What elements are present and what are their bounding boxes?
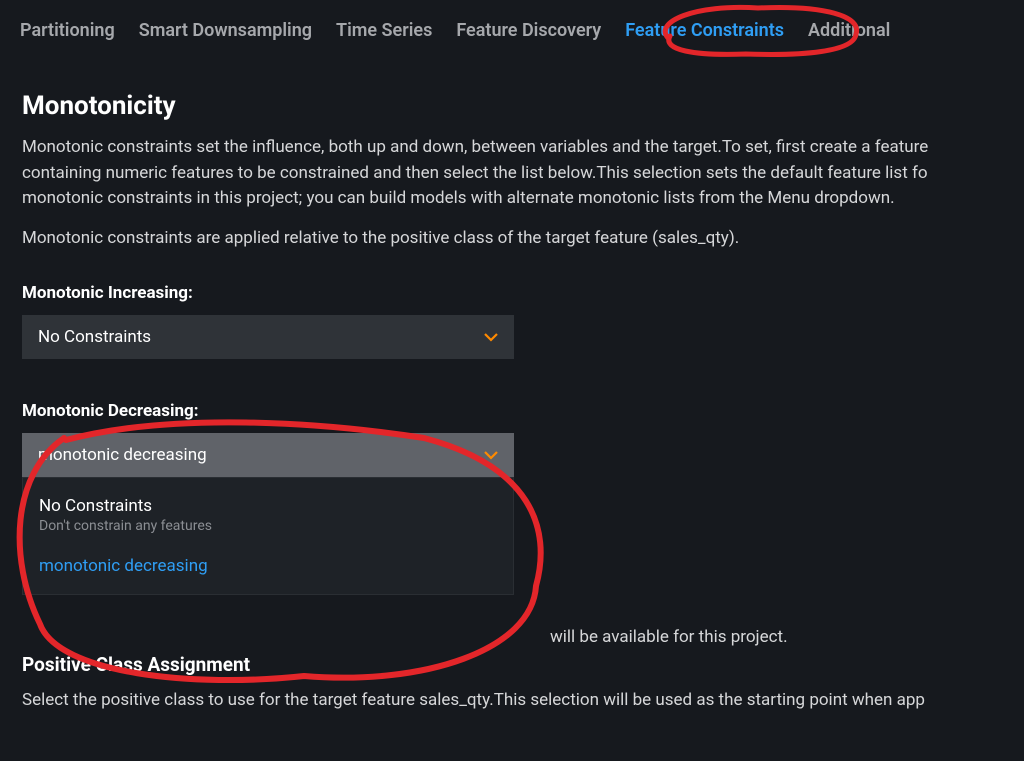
chevron-down-icon [484, 448, 498, 462]
dropdown-option-no-constraints[interactable]: No Constraints Don't constrain any featu… [23, 486, 513, 538]
monotonic-decreasing-block: Monotonic Decreasing: monotonic decreasi… [22, 401, 1002, 595]
tab-bar: Partitioning Smart Downsampling Time Ser… [0, 0, 1024, 51]
trailing-project-text: will be available for this project. [550, 627, 788, 647]
monotonicity-desc-2: Monotonic constraints are applied relati… [22, 226, 1002, 252]
tab-time-series[interactable]: Time Series [336, 20, 432, 41]
dropdown-option-subtitle: Don't constrain any features [39, 518, 497, 534]
monotonic-decreasing-value: monotonic decreasing [38, 445, 207, 465]
tab-feature-discovery[interactable]: Feature Discovery [456, 20, 601, 41]
monotonic-decreasing-dropdown: No Constraints Don't constrain any featu… [22, 477, 514, 595]
monotonic-increasing-block: Monotonic Increasing: No Constraints [22, 283, 1002, 359]
dropdown-option-title: No Constraints [39, 496, 497, 516]
dropdown-option-monotonic-decreasing[interactable]: monotonic decreasing [23, 538, 513, 580]
positive-class-body: Select the positive class to use for the… [22, 688, 1002, 714]
tab-additional[interactable]: Additional [808, 20, 890, 41]
monotonicity-title: Monotonicity [22, 91, 1002, 121]
dropdown-option-title: monotonic decreasing [39, 556, 497, 576]
content-area: Monotonicity Monotonic constraints set t… [0, 51, 1024, 714]
tab-smart-downsampling[interactable]: Smart Downsampling [139, 20, 312, 41]
chevron-down-icon [484, 330, 498, 344]
monotonic-decreasing-select[interactable]: monotonic decreasing [22, 433, 514, 477]
monotonic-decreasing-label: Monotonic Decreasing: [22, 401, 1002, 421]
positive-class-title: Positive Class Assignment [22, 653, 1002, 676]
monotonic-increasing-label: Monotonic Increasing: [22, 283, 1002, 303]
tab-partitioning[interactable]: Partitioning [20, 20, 115, 41]
monotonic-increasing-select[interactable]: No Constraints [22, 315, 514, 359]
monotonic-increasing-value: No Constraints [38, 327, 151, 347]
monotonicity-desc-1: Monotonic constraints set the influence,… [22, 135, 1002, 212]
tab-feature-constraints[interactable]: Feature Constraints [625, 20, 784, 41]
